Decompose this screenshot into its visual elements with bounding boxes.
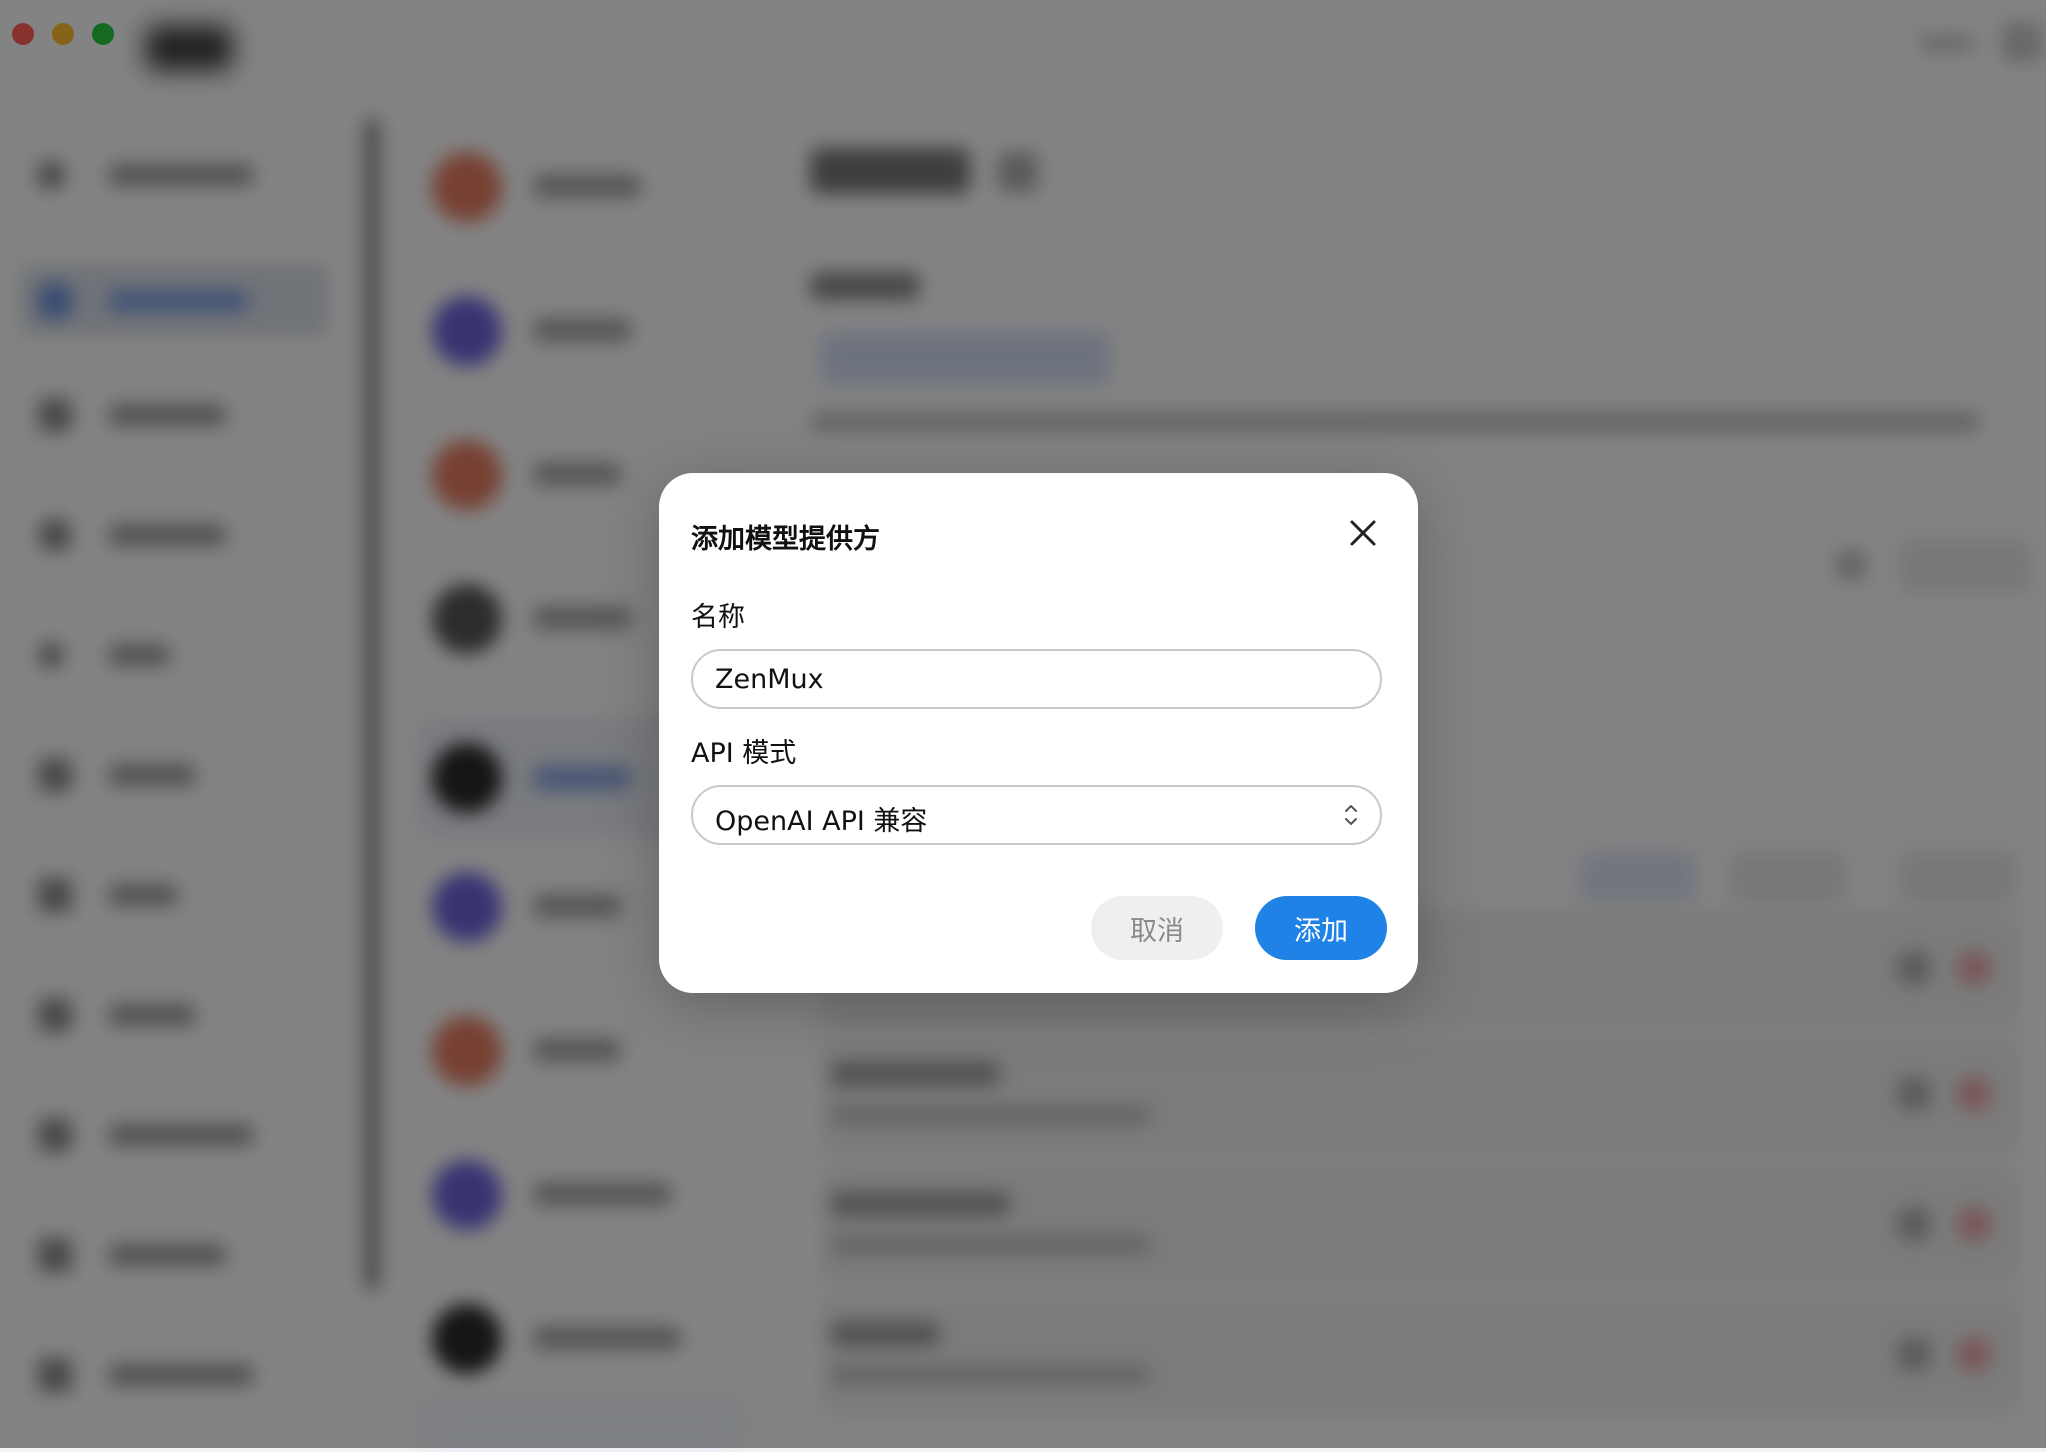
name-field[interactable] (691, 649, 1382, 709)
add-provider-dialog: 添加模型提供方 名称 API 模式 OpenAI API 兼容 取消 添加 (659, 473, 1418, 993)
api-mode-select[interactable]: OpenAI API 兼容 (691, 785, 1382, 845)
api-mode-label: API 模式 (691, 738, 797, 769)
name-label: 名称 (691, 602, 745, 633)
cancel-button[interactable]: 取消 (1091, 896, 1223, 960)
name-input[interactable] (715, 651, 1355, 707)
add-button[interactable]: 添加 (1255, 896, 1387, 960)
chevron-up-down-icon (1345, 805, 1357, 825)
close-icon (1350, 520, 1376, 546)
dialog-title: 添加模型提供方 (691, 524, 880, 555)
api-mode-value: OpenAI API 兼容 (715, 806, 928, 837)
close-dialog-button[interactable] (1339, 509, 1387, 557)
